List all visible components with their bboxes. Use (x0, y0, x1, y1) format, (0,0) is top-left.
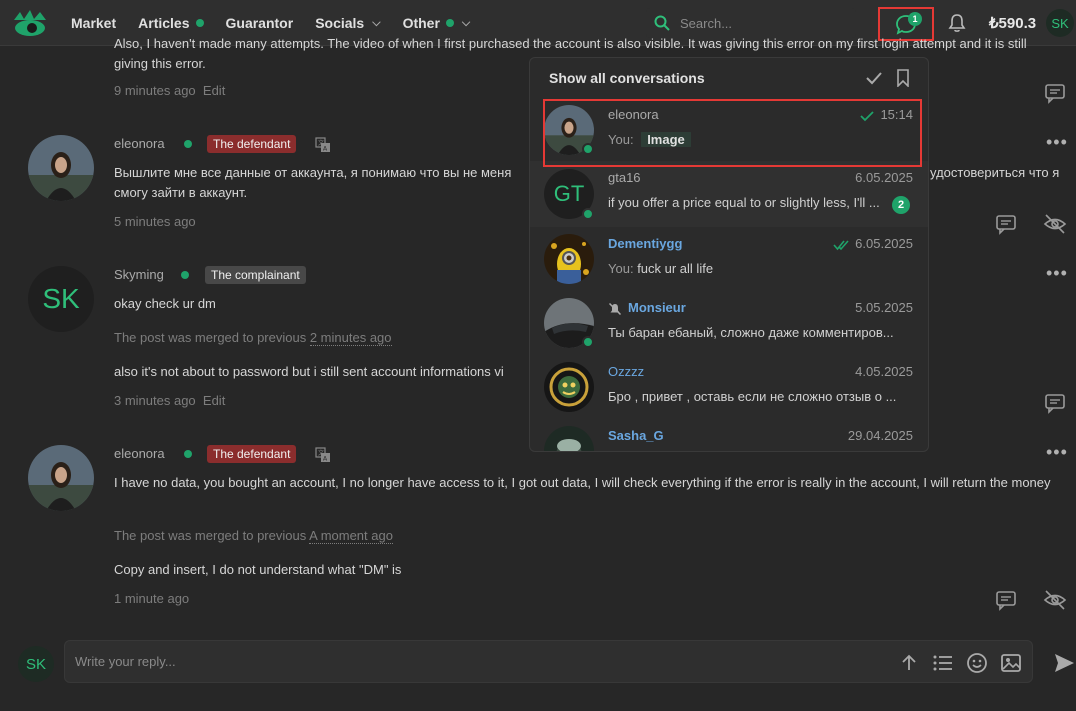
reply-icon[interactable] (995, 213, 1017, 235)
post-text: Вышлите мне все данные от аккаунта, я по… (114, 165, 512, 180)
reply-icon[interactable] (995, 589, 1017, 611)
online-status-dot (184, 140, 192, 148)
user-avatar[interactable]: SK (1046, 9, 1074, 37)
bell-icon[interactable] (946, 12, 968, 34)
new-indicator-dot (195, 19, 204, 27)
chevron-down-icon: ⌵ (461, 16, 471, 29)
reply-icon[interactable] (1044, 392, 1066, 414)
avatar[interactable]: SK (18, 646, 54, 682)
translate-icon[interactable]: 文A (315, 447, 331, 463)
double-check-icon (833, 240, 849, 250)
emoji-icon[interactable] (966, 652, 988, 674)
conversation-item[interactable]: Dementiygg 6.05.2025 You: fuck ur all li… (530, 227, 928, 291)
conversation-item[interactable]: GT gta16 6.05.2025 if you offer a price … (530, 161, 928, 227)
chat-unread-badge: 1 (908, 12, 922, 26)
post-time: 5 minutes ago (114, 214, 196, 229)
edit-link[interactable]: Edit (203, 393, 225, 408)
conversation-time: 4.05.2025 (855, 364, 913, 379)
role-badge: The complainant (205, 266, 306, 284)
avatar (544, 362, 594, 412)
avatar (544, 234, 594, 284)
more-options-icon[interactable]: ••• (1046, 263, 1068, 284)
site-logo[interactable] (12, 8, 48, 40)
conversation-time: 5.05.2025 (855, 300, 913, 315)
avatar (544, 426, 594, 451)
post-time: 9 minutes ago Edit (114, 83, 226, 98)
conversation-name: gta16 (608, 170, 641, 185)
conversation-name: Monsieur (608, 300, 686, 316)
online-status-dot (582, 208, 594, 220)
show-all-conversations-link[interactable]: Show all conversations (549, 70, 705, 86)
merged-note: The post was merged to previous A moment… (114, 528, 393, 544)
arrow-up-icon[interactable] (899, 653, 919, 673)
role-badge: The defendant (207, 135, 297, 153)
chevron-down-icon: ⌵ (372, 16, 381, 29)
edit-link[interactable]: Edit (203, 83, 225, 98)
username[interactable]: Skyming (114, 267, 164, 282)
translate-icon[interactable]: 文A (315, 137, 331, 153)
online-status-dot (184, 450, 192, 458)
search-icon (654, 15, 670, 31)
conversation-last-message: Ты баран ебаный, сложно даже комментиров… (608, 325, 894, 340)
conversation-item[interactable]: Monsieur 5.05.2025 Ты баран ебаный, слож… (530, 291, 928, 355)
role-badge: The defendant (207, 445, 297, 463)
post-time: 1 minute ago (114, 591, 190, 606)
account-balance[interactable]: ₺590.3 (989, 14, 1036, 32)
merged-note: The post was merged to previous 2 minute… (114, 330, 392, 346)
avatar[interactable] (28, 135, 94, 201)
post-text: Copy and insert, I do not understand wha… (114, 562, 402, 577)
post-text-tail: удостовериться что я (930, 165, 1060, 180)
online-status-dot (181, 271, 189, 279)
highlight-box (543, 99, 922, 167)
post-text: also it's not about to password but i st… (114, 364, 504, 379)
conversation-name: Dementiygg (608, 236, 683, 251)
conversation-item[interactable]: Ozzzz 4.05.2025 Бро , привет , оставь ес… (530, 355, 928, 419)
list-format-icon[interactable] (932, 653, 954, 673)
post-time: 3 minutes ago Edit (114, 393, 226, 408)
merged-time-link[interactable]: 2 minutes ago (309, 330, 392, 346)
conversation-name: Ozzzz (608, 364, 645, 379)
hide-eye-icon[interactable] (1043, 589, 1067, 611)
image-upload-icon[interactable] (1000, 652, 1022, 674)
merged-time-link[interactable]: A moment ago (309, 528, 393, 544)
mark-all-read-icon[interactable] (865, 70, 883, 86)
send-icon[interactable] (1052, 651, 1076, 675)
reply-input[interactable]: Write your reply... (64, 640, 1033, 683)
hide-eye-icon[interactable] (1043, 213, 1067, 235)
conversation-last-message: if you offer a price equal to or slightl… (608, 195, 880, 210)
conversation-name: Sasha_G (608, 428, 664, 443)
post-text: I have no data, you bought an account, I… (114, 475, 1051, 490)
dropdown-header: Show all conversations (530, 58, 928, 98)
conversation-time: 6.05.2025 (855, 170, 913, 185)
post-text: смогу зайти в аккаунт. (114, 185, 248, 200)
conversation-time: 29.04.2025 (847, 428, 913, 443)
avatar[interactable]: SK (28, 266, 94, 332)
post-text: okay check ur dm (114, 296, 216, 311)
username[interactable]: eleonora (114, 136, 165, 151)
unread-count-badge: 2 (892, 196, 910, 214)
muted-bell-icon (608, 302, 622, 315)
conversation-item[interactable]: Sasha_G 29.04.2025 (530, 419, 928, 451)
avatar[interactable] (28, 445, 94, 511)
online-status-dot (582, 336, 594, 348)
conversation-time: 6.05.2025 (833, 236, 913, 251)
more-options-icon[interactable]: ••• (1046, 132, 1068, 153)
bookmark-icon[interactable] (896, 69, 910, 87)
username[interactable]: eleonora (114, 446, 165, 461)
reply-icon[interactable] (1044, 82, 1066, 104)
new-indicator-dot (445, 19, 454, 27)
conversation-last-message: You: fuck ur all life (608, 261, 714, 276)
more-options-icon[interactable]: ••• (1046, 442, 1068, 463)
conversation-last-message: Бро , привет , оставь если не сложно отз… (608, 389, 897, 404)
